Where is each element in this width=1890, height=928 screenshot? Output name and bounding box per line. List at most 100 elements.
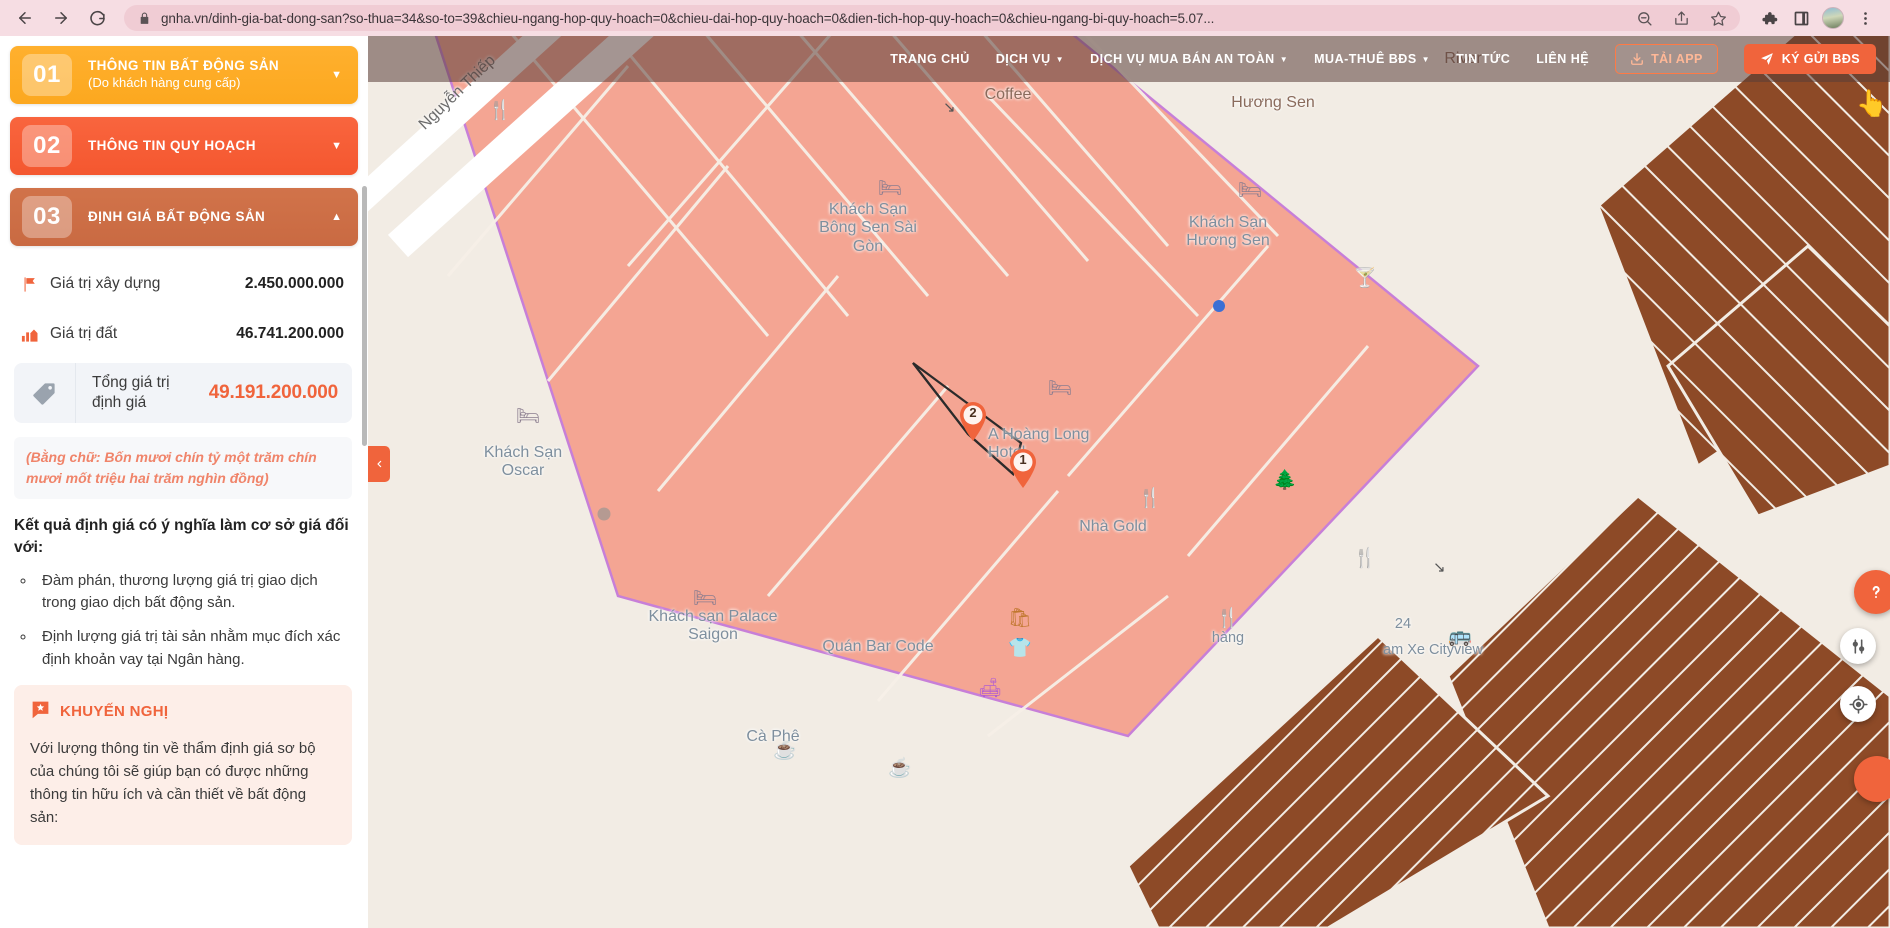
valuation-sidebar: 01 THÔNG TIN BẤT ĐỘNG SẢN (Do khách hàng… bbox=[0, 36, 368, 928]
nav-item-mua-thue-bds[interactable]: MUA-THUÊ BĐS ▼ bbox=[1314, 52, 1430, 66]
park-icon[interactable]: 🌲 bbox=[1273, 468, 1297, 492]
recommendation-title: KHUYẾN NGHỊ bbox=[60, 703, 169, 721]
section-header-valuation[interactable]: 03 ĐỊNH GIÁ BẤT ĐỘNG SẢN ▲ bbox=[10, 188, 358, 246]
chevron-down-icon: ▼ bbox=[1421, 54, 1431, 64]
hotel-icon[interactable]: 🛏 bbox=[878, 176, 902, 200]
value-row-land: Giá trị đất 46.741.200.000 bbox=[10, 309, 358, 359]
furniture-icon[interactable]: 🛋 bbox=[978, 676, 1002, 700]
section-number: 03 bbox=[22, 196, 72, 238]
section-label-group: THÔNG TIN BẤT ĐỘNG SẢN (Do khách hàng cu… bbox=[88, 58, 331, 92]
hotel-icon[interactable]: 🛏 bbox=[693, 586, 717, 610]
section-subtitle: (Do khách hàng cung cấp) bbox=[88, 74, 241, 90]
star-icon[interactable] bbox=[1705, 10, 1732, 27]
section-title: ĐỊNH GIÁ BẤT ĐỘNG SẢN bbox=[88, 208, 266, 224]
nav-item-trang-chu[interactable]: TRANG CHỦ bbox=[890, 52, 970, 66]
listing-button[interactable]: KÝ GỬI BĐS bbox=[1743, 44, 1876, 74]
chart-home-icon bbox=[16, 326, 42, 343]
section-header-property-info[interactable]: 01 THÔNG TIN BẤT ĐỘNG SẢN (Do khách hàng… bbox=[10, 46, 358, 104]
valuation-purpose-heading: Kết quả định giá có ý nghĩa làm cơ sở gi… bbox=[14, 517, 349, 557]
side-panel-icon bbox=[1794, 11, 1808, 25]
recommendation-body: Với lượng thông tin về thẩm định giá sơ … bbox=[30, 739, 316, 826]
restaurant-icon[interactable]: 🍴 bbox=[488, 98, 512, 122]
my-location-button[interactable] bbox=[1840, 686, 1876, 722]
cafe-icon[interactable]: ☕ bbox=[888, 756, 912, 780]
chevron-down-icon: ▼ bbox=[1279, 54, 1289, 64]
nav-item-dich-vu-mua-ban-an-toan[interactable]: DỊCH VỤ MUA BÁN AN TOÀN ▼ bbox=[1090, 52, 1288, 66]
page-body: 01 THÔNG TIN BẤT ĐỘNG SẢN (Do khách hàng… bbox=[0, 36, 1890, 928]
chevron-down-icon[interactable]: ▼ bbox=[331, 140, 342, 152]
nav-label: DỊCH VỤ bbox=[995, 52, 1051, 66]
nav-label: LIÊN HỆ bbox=[1536, 52, 1590, 66]
section-title: THÔNG TIN BẤT ĐỘNG SẢN bbox=[88, 58, 280, 74]
arrow-marker-icon: ↘ bbox=[943, 99, 956, 116]
question-mark-icon bbox=[1872, 586, 1880, 598]
arrow-marker-icon: ↘ bbox=[1433, 559, 1446, 576]
map-canvas[interactable]: Nguyễn Thiếp Coffee Hương Sen River Khác… bbox=[368, 36, 1890, 928]
list-item: Định lượng giá trị tài sản nhằm mục đích… bbox=[36, 626, 352, 670]
browser-actions bbox=[1748, 3, 1880, 33]
url-text: gnha.vn/dinh-gia-bat-dong-san?so-thua=34… bbox=[161, 10, 1215, 26]
value-label: Giá trị đất bbox=[50, 325, 118, 342]
pin-number: 1 bbox=[1019, 452, 1027, 467]
pointing-hand-icon: 👆 bbox=[1855, 88, 1888, 118]
amount-in-words: (Bằng chữ: Bốn mươi chín tỷ một trăm chí… bbox=[14, 437, 352, 499]
total-label: Tổng giá trị định giá bbox=[92, 373, 170, 411]
sidebar-scrollbar[interactable] bbox=[362, 186, 367, 446]
share-icon[interactable] bbox=[1668, 10, 1695, 27]
chevron-up-icon[interactable]: ▲ bbox=[331, 211, 342, 223]
chevron-down-icon[interactable]: ▼ bbox=[331, 69, 342, 81]
avatar-icon bbox=[1822, 7, 1844, 29]
sidebar-collapse-toggle[interactable] bbox=[368, 446, 390, 482]
flag-icon bbox=[16, 276, 42, 293]
total-valuation-row: Tổng giá trị định giá 49.191.200.000 bbox=[14, 363, 352, 423]
profile-button[interactable] bbox=[1818, 3, 1848, 33]
total-amount: 49.191.200.000 bbox=[208, 382, 338, 403]
nav-item-lien-he[interactable]: LIÊN HỆ bbox=[1536, 52, 1589, 66]
nav-item-dich-vu[interactable]: DỊCH VỤ ▼ bbox=[996, 52, 1064, 66]
hotel-icon[interactable]: 🛏 bbox=[516, 404, 540, 428]
hotel-icon[interactable]: 🛏 bbox=[1238, 178, 1262, 202]
nav-item-tin-tuc[interactable]: TIN TỨC bbox=[1456, 52, 1510, 66]
extensions-button[interactable] bbox=[1754, 3, 1784, 33]
speech-star-icon bbox=[30, 699, 51, 725]
map-pin-2[interactable]: 2 bbox=[958, 402, 988, 442]
three-dot-menu-icon bbox=[1863, 11, 1867, 25]
nav-label: TIN TỨC bbox=[1456, 52, 1511, 66]
zoom-out-icon[interactable] bbox=[1631, 10, 1658, 27]
nav-label: TRANG CHỦ bbox=[890, 52, 970, 66]
address-bar[interactable]: gnha.vn/dinh-gia-bat-dong-san?so-thua=34… bbox=[124, 5, 1740, 31]
layers-button[interactable] bbox=[1840, 628, 1876, 664]
puzzle-icon bbox=[1761, 11, 1777, 24]
bus-icon[interactable]: 🚌 bbox=[1448, 624, 1472, 648]
valuation-purpose-list: Đàm phán, thương lượng giá trị giao dịch… bbox=[36, 570, 352, 671]
chrome-menu-button[interactable] bbox=[1850, 3, 1880, 33]
section-title: THÔNG TIN QUY HOẠCH bbox=[88, 137, 256, 153]
clothing-icon[interactable]: 👕 bbox=[1008, 636, 1032, 660]
map-pin-1[interactable]: 1 bbox=[1008, 449, 1038, 489]
restaurant-icon[interactable]: 🍴 bbox=[1138, 486, 1162, 510]
layers-icon bbox=[1852, 638, 1864, 654]
forward-button[interactable] bbox=[46, 3, 76, 33]
side-panel-button[interactable] bbox=[1786, 3, 1816, 33]
value-amount: 46.741.200.000 bbox=[236, 325, 344, 342]
help-button[interactable] bbox=[1854, 570, 1890, 614]
bar-icon[interactable]: 🍸 bbox=[1353, 266, 1377, 290]
value-amount: 2.450.000.000 bbox=[244, 275, 344, 292]
map-base-layer bbox=[368, 36, 1890, 928]
cafe-icon[interactable]: ☕ bbox=[773, 738, 797, 762]
my-location-icon bbox=[1848, 694, 1868, 714]
hotel-icon[interactable]: 🛏 bbox=[1048, 376, 1072, 400]
chevron-down-icon: ▼ bbox=[1055, 54, 1065, 64]
download-icon bbox=[1631, 53, 1643, 65]
lock-icon bbox=[138, 12, 151, 25]
download-app-button[interactable]: TẢI APP bbox=[1615, 44, 1718, 74]
reload-button[interactable] bbox=[82, 3, 112, 33]
recommendation-box: KHUYẾN NGHỊ Với lượng thông tin về thẩm … bbox=[14, 684, 352, 846]
back-button[interactable] bbox=[10, 3, 40, 33]
restaurant-icon[interactable]: 🍴 bbox=[1353, 546, 1377, 570]
restaurant-icon[interactable]: 🍴 bbox=[1216, 606, 1240, 630]
listing-button-label: KÝ GỬI BĐS bbox=[1781, 52, 1860, 66]
section-header-planning-info[interactable]: 02 THÔNG TIN QUY HOẠCH ▼ bbox=[10, 117, 358, 175]
section-number: 02 bbox=[22, 125, 72, 167]
shop-icon[interactable]: 🛍 bbox=[1008, 606, 1032, 630]
